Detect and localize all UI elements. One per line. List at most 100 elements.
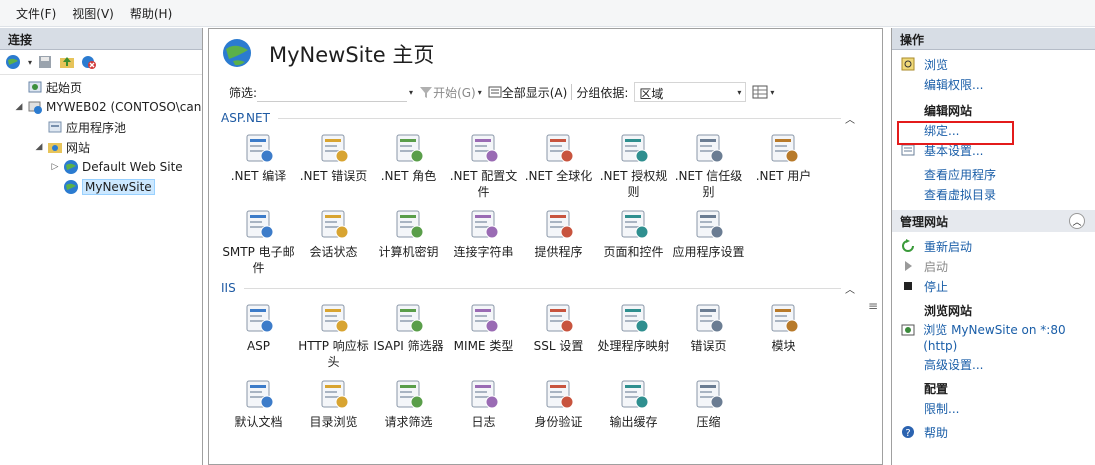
- feature-default-document[interactable]: 默认文档: [221, 373, 296, 449]
- edit-site-heading: 编辑网站: [924, 103, 973, 118]
- menu-view[interactable]: 视图(V): [64, 5, 122, 22]
- connections-toolbar: ▾: [0, 50, 202, 75]
- request-filtering-icon: [396, 380, 423, 409]
- menu-file[interactable]: 文件(F): [8, 5, 64, 22]
- feature-app-settings[interactable]: 应用程序设置: [671, 203, 746, 279]
- manage-site-heading: 管理网站 ︿: [892, 210, 1095, 232]
- connections-tree: 起始页 ◢ MYWEB02 (CONTOSO\can 应用程序池 ◢ 网站 ▷ …: [0, 75, 202, 197]
- restart-action[interactable]: 重新启动: [892, 236, 1095, 256]
- disconnect-icon[interactable]: [80, 53, 98, 71]
- group-header-iis[interactable]: IIS ︿: [221, 279, 859, 297]
- view-virtual-dirs-action[interactable]: 查看虚拟目录: [892, 184, 1095, 204]
- browse-site-action[interactable]: 浏览 MyNewSite on *:80 (http): [892, 320, 1095, 354]
- show-all-icon: [488, 86, 502, 98]
- browse-site-icon: [900, 322, 915, 338]
- view-applications-action[interactable]: 查看应用程序: [892, 164, 1095, 184]
- feature-smtp-email[interactable]: SMTP 电子邮件: [221, 203, 296, 279]
- connect-dropdown-icon[interactable]: ▾: [28, 58, 32, 67]
- session-state-icon: [321, 210, 348, 239]
- feature-request-filtering[interactable]: 请求筛选: [371, 373, 446, 449]
- app-pools-icon: [47, 119, 63, 135]
- scroll-grip-icon[interactable]: ≡: [868, 299, 878, 313]
- feature-net-roles[interactable]: .NET 角色: [371, 127, 446, 203]
- feature-connection-strings[interactable]: 连接字符串: [446, 203, 521, 279]
- show-all-button[interactable]: 全部显示(A): [488, 84, 567, 101]
- feature-net-globalization[interactable]: .NET 全球化: [521, 127, 596, 203]
- funnel-icon: [420, 87, 433, 98]
- feature-directory-browsing[interactable]: 目录浏览: [296, 373, 371, 449]
- feature-net-error-page[interactable]: .NET 错误页: [296, 127, 371, 203]
- feature-net-trust[interactable]: .NET 信任级别: [671, 127, 746, 203]
- feature-output-caching[interactable]: 输出缓存: [596, 373, 671, 449]
- up-folder-icon[interactable]: [58, 53, 76, 71]
- feature-handler-mappings[interactable]: 处理程序映射: [596, 297, 671, 373]
- feature-row: SMTP 电子邮件 会话状态 计算机密钥 连接字符串 提供程序 页面和控件 应用程序设置: [221, 203, 859, 279]
- group-by-select[interactable]: 区域 ▾: [634, 82, 747, 102]
- tree-item-sites[interactable]: ◢ 网站: [0, 137, 202, 157]
- net-profile-icon: [471, 134, 498, 163]
- feature-compression[interactable]: 压缩: [671, 373, 746, 449]
- default-document-icon: [246, 380, 273, 409]
- feature-modules[interactable]: 模块: [746, 297, 821, 373]
- feature-mime-types[interactable]: MIME 类型: [446, 297, 521, 373]
- net-authorization-icon: [621, 134, 648, 163]
- advanced-settings-action[interactable]: 高级设置...: [892, 354, 1095, 374]
- asp-icon: [246, 304, 273, 333]
- feature-ssl-settings[interactable]: SSL 设置: [521, 297, 596, 373]
- compression-icon: [696, 380, 723, 409]
- play-icon: [900, 258, 916, 274]
- feature-authentication[interactable]: 身份验证: [521, 373, 596, 449]
- config-heading: 配置: [924, 381, 949, 396]
- browse-action[interactable]: 浏览: [892, 54, 1095, 74]
- limits-action[interactable]: 限制...: [892, 398, 1095, 418]
- collapse-arrow-icon[interactable]: ▷: [50, 162, 60, 172]
- net-trust-icon: [696, 134, 723, 163]
- tree-item-default-site[interactable]: ▷ Default Web Site: [0, 157, 202, 177]
- globe-icon: [63, 159, 79, 175]
- start-action[interactable]: 启动: [892, 256, 1095, 276]
- save-icon[interactable]: [36, 53, 54, 71]
- tree-item-app-pools[interactable]: 应用程序池: [0, 117, 202, 137]
- feature-logging[interactable]: 日志: [446, 373, 521, 449]
- expand-arrow-icon[interactable]: ◢: [14, 102, 24, 112]
- feature-http-headers[interactable]: HTTP 响应标头: [296, 297, 371, 373]
- handler-mappings-icon: [621, 304, 648, 333]
- edit-permissions-action[interactable]: 编辑权限...: [892, 74, 1095, 94]
- smtp-email-icon: [246, 210, 273, 239]
- tree-item-start-page[interactable]: 起始页: [0, 77, 202, 97]
- feature-net-users[interactable]: .NET 用户: [746, 127, 821, 203]
- tree-item-my-site[interactable]: MyNewSite: [0, 177, 202, 197]
- start-filter-button[interactable]: 开始(G) ▾: [419, 84, 482, 101]
- connection-strings-icon: [471, 210, 498, 239]
- help-action[interactable]: ? 帮助: [892, 422, 1095, 442]
- feature-pages-controls[interactable]: 页面和控件: [596, 203, 671, 279]
- feature-net-authorization[interactable]: .NET 授权规则: [596, 127, 671, 203]
- connect-globe-icon[interactable]: [4, 53, 22, 71]
- tree-item-server[interactable]: ◢ MYWEB02 (CONTOSO\can: [0, 97, 202, 117]
- restart-icon: [900, 238, 916, 254]
- stop-icon: [900, 278, 916, 294]
- feature-machine-key[interactable]: 计算机密钥: [371, 203, 446, 279]
- collapse-chevron-icon[interactable]: ︿: [845, 111, 855, 126]
- view-mode-button[interactable]: ▾: [752, 85, 774, 99]
- feature-session-state[interactable]: 会话状态: [296, 203, 371, 279]
- group-by-label: 分组依据:: [576, 85, 629, 100]
- connections-panel: 连接 ▾ 起始页 ◢ MYWEB02 (CONTOSO\can 应用程序池 ◢ …: [0, 28, 203, 465]
- feature-asp[interactable]: ASP: [221, 297, 296, 373]
- menu-help[interactable]: 帮助(H): [122, 5, 180, 22]
- collapse-up-icon[interactable]: ︿: [1069, 213, 1085, 229]
- feature-row: ASP HTTP 响应标头 ISAPI 筛选器 MIME 类型 SSL 设置 处理程序映射…: [221, 297, 859, 373]
- feature-net-compile[interactable]: .NET 编译: [221, 127, 296, 203]
- feature-isapi-filters[interactable]: ISAPI 筛选器: [371, 297, 446, 373]
- feature-error-pages[interactable]: 错误页: [671, 297, 746, 373]
- filter-dropdown-icon[interactable]: ▾: [409, 88, 413, 97]
- expand-arrow-icon[interactable]: ◢: [34, 142, 44, 152]
- http-headers-icon: [321, 304, 348, 333]
- feature-providers[interactable]: 提供程序: [521, 203, 596, 279]
- collapse-chevron-icon[interactable]: ︿: [845, 281, 855, 296]
- feature-net-profile[interactable]: .NET 配置文件: [446, 127, 521, 203]
- group-header-aspnet[interactable]: ASP.NET ︿: [221, 109, 859, 127]
- filter-input[interactable]: [257, 82, 408, 102]
- stop-action[interactable]: 停止: [892, 276, 1095, 296]
- vertical-scrollbar[interactable]: ≡: [866, 109, 880, 465]
